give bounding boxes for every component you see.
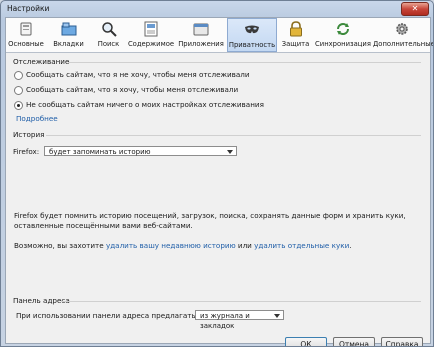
tab-label: Защита <box>281 40 310 48</box>
tab-tabs[interactable]: Вкладки <box>46 18 91 52</box>
divider <box>68 62 421 63</box>
lock-icon <box>289 21 302 37</box>
search-icon <box>101 22 117 37</box>
tab-sync[interactable]: Синхронизация <box>313 18 373 52</box>
content-icon <box>144 21 158 37</box>
tab-label: Синхронизация <box>315 40 371 48</box>
radio-label: Не сообщать сайтам ничего о моих настрой… <box>26 100 264 109</box>
radio-button-selected[interactable] <box>14 101 23 110</box>
radio-button[interactable] <box>14 86 23 95</box>
divider <box>62 301 421 302</box>
tab-search[interactable]: Поиск <box>91 18 126 52</box>
history-description: Firefox будет помнить историю посещений,… <box>14 211 406 230</box>
chevron-down-icon <box>274 314 280 318</box>
tab-label: Основные <box>8 40 44 48</box>
help-button[interactable]: Справка <box>381 337 423 346</box>
tab-label: Содержимое <box>127 40 175 48</box>
privacy-pane: Отслеживание Сообщать сайтам, что я не х… <box>6 53 430 346</box>
close-button[interactable]: ✕ <box>401 2 429 16</box>
window-switch-icon <box>20 22 32 36</box>
tabs-icon <box>61 22 76 36</box>
static-text: Возможно, вы захотите <box>14 241 104 250</box>
radio-button[interactable] <box>14 71 23 80</box>
history-section-title: История <box>13 130 45 139</box>
tab-privacy[interactable]: Приватность <box>227 18 277 52</box>
history-actions-text: Возможно, вы захотите удалить вашу недав… <box>14 241 419 251</box>
tab-label: Дополнительные <box>373 40 434 48</box>
applications-icon <box>193 23 209 36</box>
sync-icon <box>337 23 349 35</box>
tab-general[interactable]: Основные <box>6 18 46 52</box>
history-firefox-label: Firefox: <box>13 147 40 156</box>
cancel-button[interactable]: Отмена <box>333 337 375 346</box>
tab-label: Поиск <box>97 40 120 48</box>
gear-icon <box>395 23 408 35</box>
tab-security[interactable]: Защита <box>278 18 313 52</box>
window-title: Настройки <box>7 4 50 13</box>
tab-content[interactable]: Содержимое <box>126 18 176 52</box>
learn-more-link[interactable]: Подробнее <box>16 114 58 123</box>
divider <box>46 135 421 136</box>
clear-recent-history-link[interactable]: удалить вашу недавнюю историю <box>106 241 236 250</box>
history-mode-select[interactable]: будет запоминать историю <box>44 146 237 156</box>
tab-applications[interactable]: Приложения <box>176 18 226 52</box>
select-value: будет запоминать историю <box>49 148 151 156</box>
tab-label: Приложения <box>178 40 224 48</box>
client-area: Основные Вкладки Поиск Содержимое Прилож… <box>5 17 434 346</box>
title-bar: Настройки ✕ <box>1 1 433 17</box>
radio-label: Сообщать сайтам, что я хочу, чтобы меня … <box>26 85 239 94</box>
preferences-toolbar: Основные Вкладки Поиск Содержимое Прилож… <box>6 18 434 53</box>
ok-button[interactable]: ОК <box>285 337 327 346</box>
tab-advanced[interactable]: Дополнительные <box>373 18 434 52</box>
tab-label: Приватность <box>228 41 276 49</box>
tracking-section-title: Отслеживание <box>13 57 70 66</box>
preferences-window: Настройки ✕ Основные Вкладки Поиск Содер… <box>0 0 434 347</box>
privacy-mask-icon <box>245 25 259 34</box>
address-bar-suggest-select[interactable]: из журнала и закладок <box>195 310 284 330</box>
select-value: из журнала и закладок <box>200 312 250 330</box>
radio-label: Сообщать сайтам, что я не хочу, чтобы ме… <box>26 70 250 79</box>
static-text: . <box>349 241 352 250</box>
tab-label: Вкладки <box>53 40 84 48</box>
chevron-down-icon <box>227 150 233 154</box>
static-text: или <box>237 241 252 250</box>
close-icon: ✕ <box>411 4 419 13</box>
remove-cookies-link[interactable]: удалить отдельные куки <box>254 241 349 250</box>
